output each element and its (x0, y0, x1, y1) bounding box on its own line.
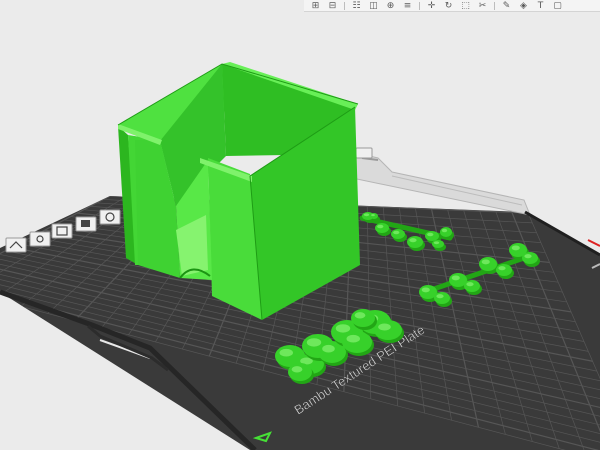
top-toolbar: ⊞ ⊟ ☷ ◫ ⊕ ≡ ✛ ↻ ⬚ ✂ ✎ ◈ T ▢ (304, 0, 600, 12)
move-icon[interactable]: ✛ (426, 1, 437, 11)
plate-name-icon[interactable] (355, 147, 373, 159)
rotate-icon[interactable]: ↻ (443, 1, 454, 11)
arrange-icon[interactable]: ☷ (351, 1, 362, 11)
3d-viewport[interactable]: Bambu Textured PEI Plate ⊞ ⊟ ☷ ◫ ⊕ ≡ ✛ ↻… (0, 0, 600, 450)
layers-icon[interactable]: ≡ (402, 1, 413, 11)
toolbar-separator (419, 1, 420, 10)
split-icon[interactable]: ⊕ (385, 1, 396, 11)
orient-icon[interactable]: ◫ (368, 1, 379, 11)
toolbar-separator (494, 1, 495, 10)
build-plate-scene[interactable]: Bambu Textured PEI Plate (0, 0, 600, 450)
toolbar-separator (344, 1, 345, 10)
x-axis-marker (587, 239, 600, 247)
plate-back-strip (351, 151, 531, 216)
support-paint-icon[interactable]: ✎ (501, 1, 512, 11)
cut-icon[interactable]: ✂ (477, 1, 488, 11)
measure-icon[interactable]: ▢ (552, 1, 563, 11)
scale-icon[interactable]: ⬚ (460, 1, 471, 11)
text-icon[interactable]: T (535, 1, 546, 11)
plate-orient-icon[interactable] (51, 223, 73, 239)
seam-paint-icon[interactable]: ◈ (518, 1, 529, 11)
lock-plate-icon[interactable] (5, 237, 27, 253)
plate-arrange-icon[interactable] (29, 231, 51, 247)
add-plate-icon[interactable]: ⊟ (327, 1, 338, 11)
plate-delete-icon[interactable] (99, 209, 121, 225)
add-object-icon[interactable]: ⊞ (310, 1, 321, 11)
